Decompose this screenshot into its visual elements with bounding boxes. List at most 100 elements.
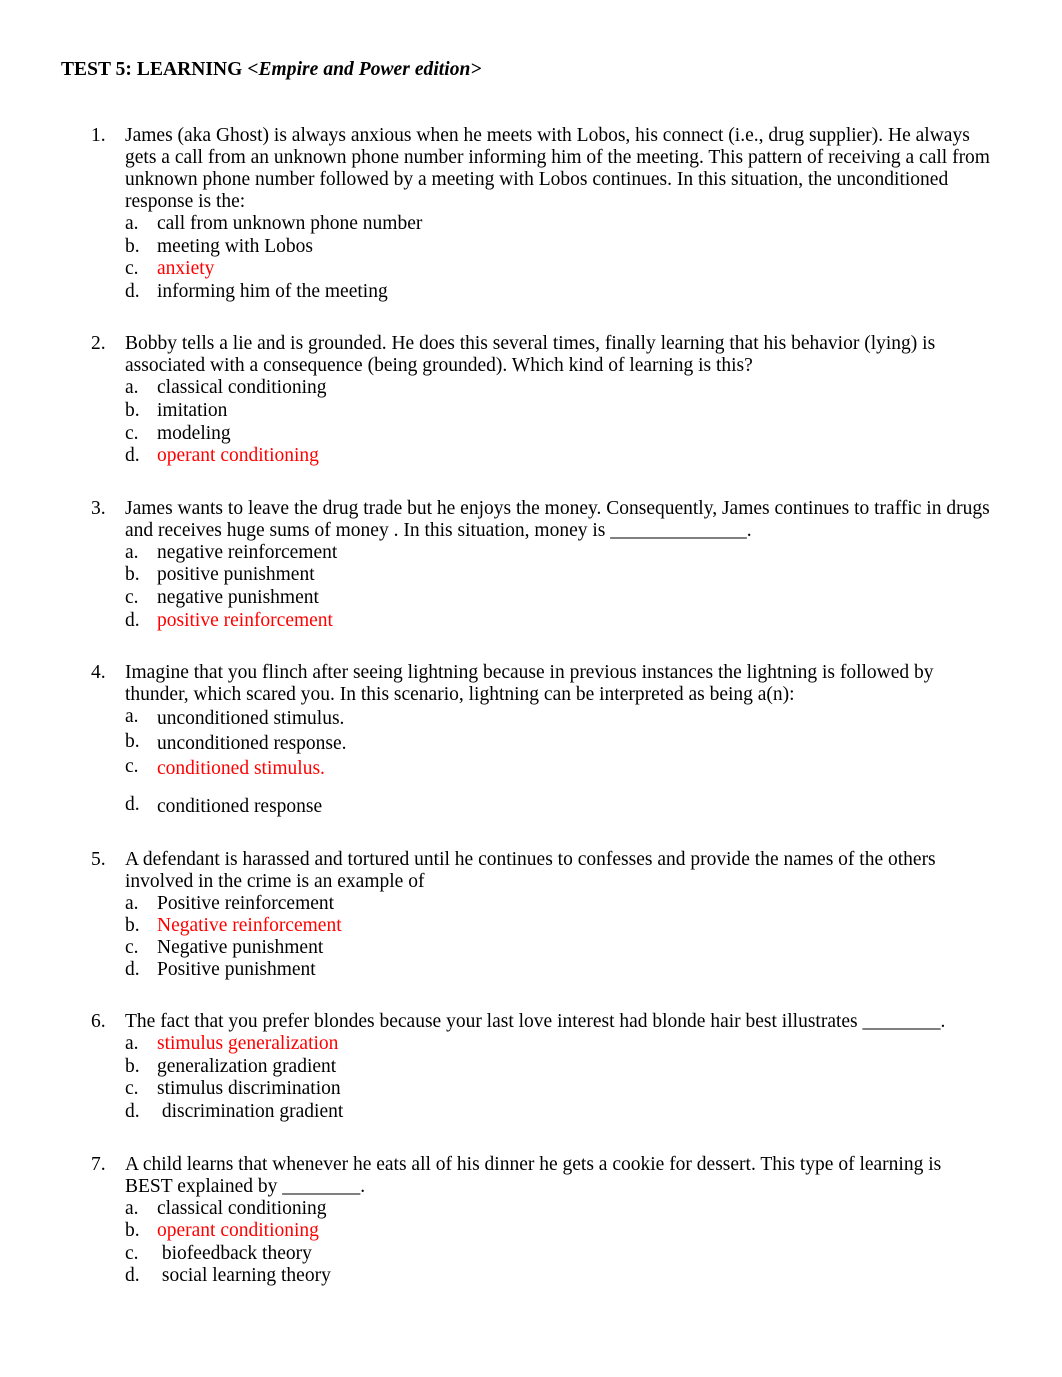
option-item-correct[interactable]: d. operant conditioning: [125, 445, 992, 468]
option-letter: b.: [125, 564, 140, 586]
option-text: negative punishment: [157, 586, 319, 608]
option-letter: a.: [125, 706, 139, 728]
option-item[interactable]: c. negative punishment: [125, 587, 992, 610]
option-letter: a.: [125, 213, 139, 234]
question-item: 5. A defendant is harassed and tortured u…: [59, 849, 992, 981]
question-text: Bobby tells a lie and is grounded. He do…: [125, 333, 936, 377]
option-list: a. classical conditioning b. imitation c. mod…: [125, 377, 992, 467]
option-item[interactable]: a. unconditioned stimulus.: [125, 706, 992, 731]
question-number: 2.: [91, 333, 106, 355]
option-text: Positive reinforcement: [157, 893, 335, 915]
option-letter: a.: [125, 1197, 139, 1219]
option-letter: a.: [125, 1033, 139, 1055]
option-item[interactable]: a. classical conditioning: [125, 1198, 992, 1221]
option-text: stimulus discrimination: [157, 1078, 341, 1100]
option-text: Negative reinforcement: [157, 915, 342, 937]
option-list: a. classical conditioning b. operant condit…: [125, 1198, 992, 1288]
option-list: a. call from unknown phone number b. meetin…: [125, 213, 992, 303]
question-item: 3. James wants to leave the drug trade bu…: [59, 498, 992, 632]
option-letter: b.: [125, 915, 140, 937]
option-item[interactable]: b. positive punishment: [125, 564, 992, 587]
option-list: a. unconditioned stimulus. b. unconditioned…: [125, 706, 992, 819]
page-title-main: TEST 5: LEARNING: [61, 59, 248, 80]
option-letter: c.: [125, 937, 139, 959]
option-letter: a.: [125, 893, 139, 915]
option-item[interactable]: c. stimulus discrimination: [125, 1078, 992, 1101]
option-list-inner: a. classical conditioning b. imitation c. mod…: [125, 377, 992, 467]
option-text: modeling: [157, 422, 231, 444]
option-list-inner: a. negative reinforcement b. positive punis…: [125, 542, 992, 632]
option-text: discrimination gradient: [157, 1100, 344, 1122]
question-item: 4. Imagine that you flinch after seeing l…: [59, 662, 992, 819]
option-letter: b.: [125, 1220, 140, 1242]
option-letter: d.: [125, 445, 140, 467]
option-letter: b.: [125, 399, 140, 421]
question-item: 1. James (aka Ghost) is always anxious wh…: [59, 125, 992, 303]
option-text: Negative punishment: [157, 937, 324, 959]
option-item[interactable]: a. call from unknown phone number: [125, 213, 992, 236]
option-text: classical conditioning: [157, 377, 327, 399]
option-item[interactable]: d. social learning theory: [125, 1265, 992, 1288]
option-item-correct[interactable]: b. operant conditioning: [125, 1220, 992, 1243]
option-item[interactable]: b. generalization gradient: [125, 1056, 992, 1079]
document-page: TEST 5: LEARNING <Empire and Power editi…: [0, 0, 1062, 1377]
option-item[interactable]: b. imitation: [125, 400, 992, 423]
option-text: operant conditioning: [157, 445, 319, 467]
option-text: unconditioned response.: [157, 733, 347, 755]
option-item[interactable]: a. Positive reinforcement: [125, 893, 992, 915]
question-text: James (aka Ghost) is always anxious when…: [125, 125, 990, 212]
option-list: a. stimulus generalization b. generalizatio…: [125, 1033, 992, 1123]
option-text: negative reinforcement: [157, 541, 338, 563]
option-text: unconditioned stimulus.: [157, 708, 345, 730]
page-title: TEST 5: LEARNING <Empire and Power editi…: [61, 58, 992, 81]
question-number: 3.: [91, 497, 106, 519]
option-text: positive reinforcement: [157, 609, 333, 631]
option-letter: c.: [125, 258, 139, 280]
option-list-inner: a. unconditioned stimulus. b. unconditioned…: [125, 706, 992, 819]
option-text: imitation: [157, 399, 228, 421]
question-text: A child learns that whenever he eats all…: [125, 1153, 942, 1197]
option-item[interactable]: d. informing him of the meeting: [125, 281, 992, 304]
option-text: meeting with Lobos: [157, 235, 313, 257]
option-item-correct[interactable]: b. Negative reinforcement: [125, 915, 992, 937]
option-item-correct[interactable]: d. positive reinforcement: [125, 610, 992, 633]
option-item[interactable]: b. meeting with Lobos: [125, 236, 992, 259]
option-letter: a.: [125, 541, 139, 563]
option-letter: c.: [125, 1078, 139, 1100]
question-number: 4.: [91, 662, 106, 684]
option-text: informing him of the meeting: [157, 280, 388, 302]
option-letter: c.: [125, 422, 139, 444]
question-text: A defendant is harassed and tortured unt…: [125, 849, 936, 893]
option-item[interactable]: c. biofeedback theory: [125, 1243, 992, 1266]
option-letter: b.: [125, 235, 140, 257]
option-text: stimulus generalization: [157, 1033, 339, 1055]
option-item[interactable]: d. conditioned response: [125, 794, 992, 819]
option-item[interactable]: d. Positive punishment: [125, 959, 992, 981]
option-letter: d.: [125, 794, 140, 816]
question-number: 6.: [91, 1011, 106, 1033]
option-letter: d.: [125, 1100, 140, 1122]
option-text: biofeedback theory: [157, 1242, 312, 1264]
option-letter: c.: [125, 756, 139, 778]
question-number: 5.: [91, 849, 106, 871]
option-item[interactable]: c. modeling: [125, 423, 992, 446]
question-item: 7. A child learns that whenever he eats a…: [59, 1154, 992, 1288]
option-item[interactable]: d. discrimination gradient: [125, 1101, 992, 1124]
option-item[interactable]: a. classical conditioning: [125, 377, 992, 400]
option-letter: d.: [125, 1265, 140, 1287]
option-list-inner: a. classical conditioning b. operant condit…: [125, 1198, 992, 1288]
option-text: anxiety: [157, 258, 215, 280]
option-item-correct[interactable]: c. conditioned stimulus.: [125, 756, 992, 781]
option-item-correct[interactable]: a. stimulus generalization: [125, 1033, 992, 1056]
option-item[interactable]: b. unconditioned response.: [125, 731, 992, 756]
option-text: generalization gradient: [157, 1055, 337, 1077]
option-letter: c.: [125, 1242, 139, 1264]
option-item[interactable]: a. negative reinforcement: [125, 542, 992, 565]
question-text: The fact that you prefer blondes because…: [125, 1011, 946, 1033]
option-text: Positive punishment: [157, 959, 316, 981]
option-text: classical conditioning: [157, 1197, 327, 1219]
option-letter: b.: [125, 731, 140, 753]
option-item-correct[interactable]: c. anxiety: [125, 258, 992, 281]
option-item[interactable]: c. Negative punishment: [125, 937, 992, 959]
question-item: 6. The fact that you prefer blondes becau…: [59, 1011, 992, 1123]
